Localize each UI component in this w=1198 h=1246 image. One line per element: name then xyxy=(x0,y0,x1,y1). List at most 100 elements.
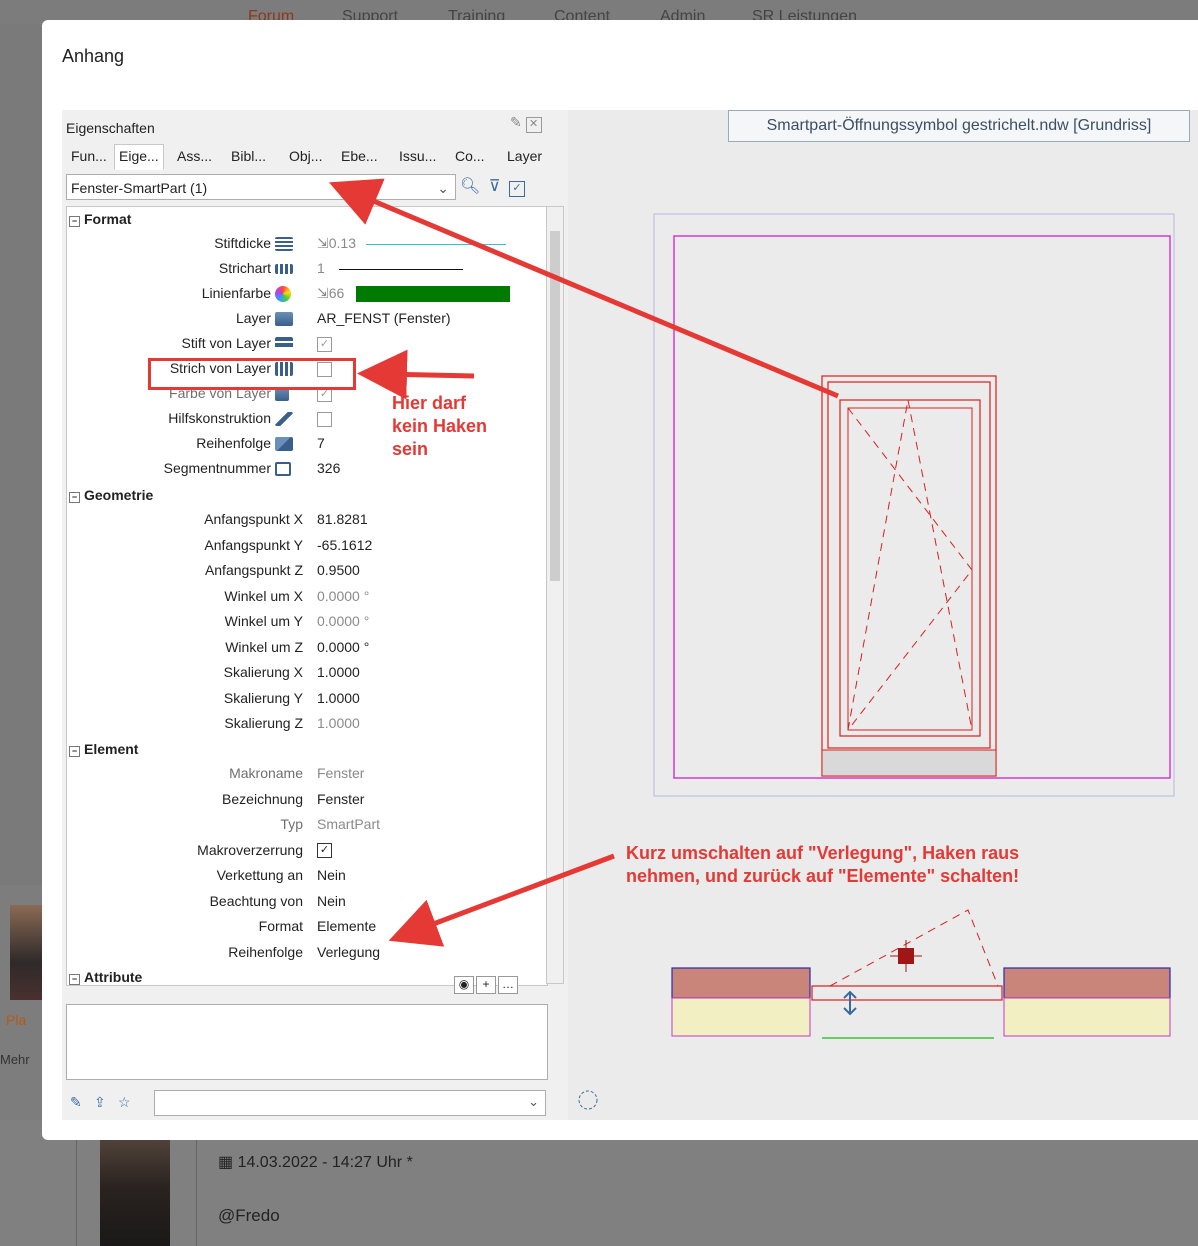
checkbox-select-icon[interactable]: ✓ xyxy=(508,181,525,197)
prop-row[interactable]: Makroname Fenster xyxy=(67,765,547,787)
prop-row[interactable]: Beachtung von Nein xyxy=(67,893,547,915)
prop-value: Verlegung xyxy=(317,943,381,960)
prop-stift-von-layer[interactable]: Stift von Layer ✓ xyxy=(67,335,547,357)
line-type-icon xyxy=(275,264,293,274)
zoom-object-icon[interactable]: 🔍︎ xyxy=(460,178,480,195)
favorites-combo[interactable]: ⌄ xyxy=(154,1090,546,1116)
object-selector[interactable]: Fenster-SmartPart (1) ⌄ xyxy=(66,174,456,200)
collapse-icon[interactable]: − xyxy=(69,492,80,503)
filter-icon[interactable]: ⊽ xyxy=(489,178,501,195)
prop-row[interactable]: Skalierung Y 1.0000 xyxy=(67,690,547,712)
prop-stiftdicke[interactable]: Stiftdicke ⇲0.13 xyxy=(67,235,547,257)
more-button[interactable]: … xyxy=(498,976,518,994)
section-element[interactable]: − Element xyxy=(69,741,138,763)
transfer-icon[interactable]: ⇪ xyxy=(94,1094,106,1111)
prop-label: Format xyxy=(258,918,303,934)
pen-thickness-icon xyxy=(275,237,293,251)
line-color-swatch xyxy=(356,286,511,303)
prop-strichart[interactable]: Strichart 1 xyxy=(67,260,547,282)
tab-functions[interactable]: Fun... xyxy=(66,144,112,170)
section-geometrie[interactable]: − Geometrie xyxy=(69,487,153,509)
prop-layer[interactable]: Layer AR_FENST (Fenster) xyxy=(67,310,547,332)
checkbox-unchecked[interactable] xyxy=(317,411,332,427)
prop-label: Anfangspunkt Y xyxy=(204,536,303,553)
prop-label: Segmentnummer xyxy=(163,460,271,476)
description-field[interactable] xyxy=(66,1004,548,1080)
window-sash xyxy=(839,399,981,737)
prop-label: Winkel um X xyxy=(224,587,303,604)
tab-objects[interactable]: Obj... xyxy=(284,144,327,170)
prop-row[interactable]: Anfangspunkt Y -65.1612 xyxy=(67,537,547,559)
prop-segmentnummer[interactable]: Segmentnummer 326 xyxy=(67,460,547,482)
prop-row[interactable]: Makroverzerrung ✓ xyxy=(67,842,547,864)
prop-value: Elemente xyxy=(317,918,377,934)
close-icon[interactable]: ✕ xyxy=(525,117,542,133)
panel-title-buttons: ✎ ✕ xyxy=(510,114,542,133)
object-selector-value: Fenster-SmartPart (1) xyxy=(71,180,208,196)
line-color-value: 66 xyxy=(328,285,345,301)
prop-label: Reihenfolge xyxy=(228,943,303,960)
window-drawing xyxy=(578,213,1175,1110)
pin-icon[interactable]: ✎ xyxy=(510,114,522,130)
tab-assistants[interactable]: Ass... xyxy=(172,144,217,170)
prop-linienfarbe[interactable]: Linienfarbe ⇲66 xyxy=(67,285,547,307)
properties-panel: Eigenschaften ✎ ✕ Fun... Eige... Ass... … xyxy=(62,110,569,1120)
prop-value: 0.0000 ° xyxy=(317,638,370,655)
prop-row[interactable]: Winkel um X 0.0000 ° xyxy=(67,588,547,610)
prop-value: ✓ xyxy=(317,842,332,859)
pen-from-layer-icon xyxy=(275,337,293,351)
tab-issues[interactable]: Issu... xyxy=(394,144,441,170)
tab-layer[interactable]: Layer xyxy=(502,144,547,170)
prop-value: Nein xyxy=(317,867,346,883)
prop-label: Makroverzerrung xyxy=(197,841,303,858)
prop-row[interactable]: Bezeichnung Fenster xyxy=(67,791,547,813)
prop-row[interactable]: Winkel um Z 0.0000 ° xyxy=(67,639,547,661)
prop-label: Stiftdicke xyxy=(214,235,271,251)
checkbox-checked[interactable]: ✓ xyxy=(317,843,332,859)
prop-row[interactable]: Reihenfolge Verlegung xyxy=(67,944,547,966)
prop-row[interactable]: Anfangspunkt Z 0.9500 xyxy=(67,562,547,584)
favorite-icon[interactable]: ☆ xyxy=(118,1094,131,1111)
tab-properties[interactable]: Eige... xyxy=(114,144,164,170)
tab-connect[interactable]: Co... xyxy=(450,144,490,170)
checkbox-checked[interactable]: ✓ xyxy=(317,336,332,352)
collapse-icon[interactable]: − xyxy=(69,974,80,985)
hint-line: Kurz umschalten auf "Verlegung", Haken r… xyxy=(626,843,1020,863)
prop-row[interactable]: Verkettung an Nein xyxy=(67,867,547,889)
prop-row[interactable]: Typ SmartPart xyxy=(67,816,547,838)
prop-value: 1 xyxy=(317,260,463,276)
prop-row[interactable]: Skalierung Z 1.0000 xyxy=(67,715,547,737)
section-element-label: Element xyxy=(84,741,139,757)
post-mention: @Fredo xyxy=(218,1206,280,1225)
prop-row[interactable]: Anfangspunkt X 81.8281 xyxy=(67,511,547,533)
side-more-link[interactable]: Mehr xyxy=(0,1052,30,1067)
hint-line: Hier darf xyxy=(392,393,467,413)
collapse-icon[interactable]: − xyxy=(69,746,80,757)
prop-label: Skalierung X xyxy=(223,664,303,680)
prop-row[interactable]: Format Elemente xyxy=(67,918,547,940)
prop-label: Stift von Layer xyxy=(181,335,272,351)
segment-icon xyxy=(275,462,291,476)
prop-value: Nein xyxy=(317,892,346,909)
eye-icon[interactable]: ◉ xyxy=(454,976,474,994)
prop-value: -65.1612 xyxy=(317,536,373,553)
section-format[interactable]: − Format xyxy=(69,211,131,233)
prop-value: Fenster xyxy=(317,765,365,781)
collapse-icon[interactable]: − xyxy=(69,216,80,227)
section-attribute[interactable]: − Attribute xyxy=(69,969,142,985)
prop-row[interactable]: Skalierung X 1.0000 xyxy=(67,664,547,686)
avatar xyxy=(10,905,42,1000)
attachment-image: Eigenschaften ✎ ✕ Fun... Eige... Ass... … xyxy=(62,110,1198,1120)
pipette-icon[interactable]: ✎ xyxy=(70,1094,82,1111)
prop-value: 326 xyxy=(317,460,341,476)
tab-library[interactable]: Bibl... xyxy=(226,144,271,170)
prop-value: 7 xyxy=(317,435,325,451)
scrollbar-thumb[interactable] xyxy=(550,231,560,581)
property-scrollbar[interactable] xyxy=(546,206,564,984)
prop-row[interactable]: Winkel um Y 0.0000 ° xyxy=(67,613,547,635)
pen-line-preview xyxy=(365,243,506,245)
drawing-canvas[interactable]: Smartpart-Öffnungssymbol gestrichelt.ndw… xyxy=(568,110,1198,1120)
add-attribute-button[interactable]: + xyxy=(476,976,496,994)
hint-no-checkmark: Hier darf kein Haken sein xyxy=(392,392,487,461)
tab-planes[interactable]: Ebe... xyxy=(336,144,383,170)
